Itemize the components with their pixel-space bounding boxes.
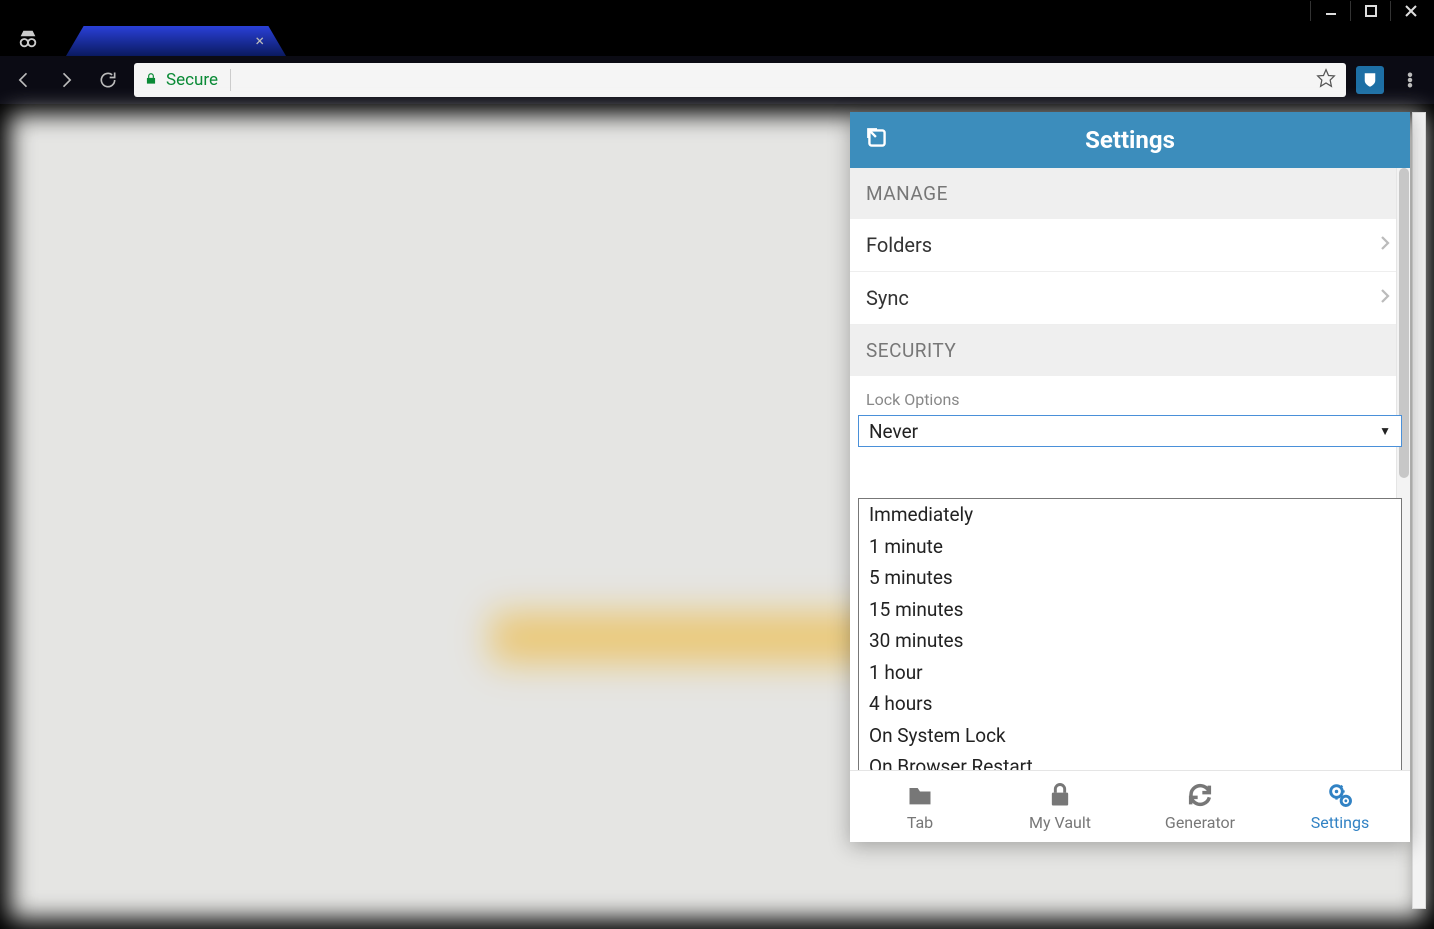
page-scrollbar[interactable] xyxy=(1412,112,1426,909)
bitwarden-extension-icon[interactable] xyxy=(1356,66,1384,94)
reload-button[interactable] xyxy=(92,64,124,96)
lock-option-item[interactable]: Immediately xyxy=(859,499,1401,531)
back-button[interactable] xyxy=(8,64,40,96)
titlebar xyxy=(0,0,1434,22)
bookmark-star-icon[interactable] xyxy=(1316,68,1336,92)
lock-option-item[interactable]: On System Lock xyxy=(859,720,1401,752)
nav-tab-label: Tab xyxy=(907,813,933,832)
lock-options-value: Never xyxy=(869,420,918,443)
lock-options-dropdown[interactable]: Immediately1 minute5 minutes15 minutes30… xyxy=(858,498,1402,770)
lock-icon xyxy=(144,71,158,90)
chevron-right-icon xyxy=(1376,233,1394,257)
lock-option-item[interactable]: On Browser Restart xyxy=(859,751,1401,770)
lock-options-label: Lock Options xyxy=(850,376,1410,415)
window-frame: × Secure Settings xyxy=(0,0,1434,929)
page-content: Settings MANAGE Folders Sync SECURITY Lo… xyxy=(0,104,1434,929)
minimize-button[interactable] xyxy=(1310,1,1350,21)
row-folders[interactable]: Folders xyxy=(850,219,1410,272)
nav-vault-label: My Vault xyxy=(1029,813,1091,832)
browser-toolbar: Secure xyxy=(0,56,1434,104)
nav-settings-label: Settings xyxy=(1311,813,1369,832)
chevron-down-icon: ▼ xyxy=(1379,424,1391,438)
lock-option-item[interactable]: 15 minutes xyxy=(859,594,1401,626)
row-folders-label: Folders xyxy=(866,233,932,257)
section-header-security: SECURITY xyxy=(850,325,1410,376)
browser-tab[interactable]: × xyxy=(66,26,286,56)
lock-option-item[interactable]: 1 minute xyxy=(859,531,1401,563)
new-tab-button[interactable] xyxy=(288,32,328,56)
popup-bottom-nav: Tab My Vault Generator Settings xyxy=(850,770,1410,842)
lock-option-item[interactable]: 4 hours xyxy=(859,688,1401,720)
nav-tab[interactable]: Tab xyxy=(850,771,990,842)
tab-close-icon[interactable]: × xyxy=(255,33,272,49)
extension-popup: Settings MANAGE Folders Sync SECURITY Lo… xyxy=(850,112,1410,842)
address-bar[interactable]: Secure xyxy=(134,63,1346,97)
section-header-manage: MANAGE xyxy=(850,168,1410,219)
tab-strip: × xyxy=(0,22,1434,56)
incognito-icon xyxy=(8,22,48,56)
close-button[interactable] xyxy=(1390,1,1430,21)
popup-body: MANAGE Folders Sync SECURITY Lock Option… xyxy=(850,168,1410,770)
browser-menu-icon[interactable] xyxy=(1394,64,1426,96)
forward-button[interactable] xyxy=(50,64,82,96)
lock-option-item[interactable]: 5 minutes xyxy=(859,562,1401,594)
divider xyxy=(230,69,231,91)
row-sync-label: Sync xyxy=(866,286,909,310)
nav-settings[interactable]: Settings xyxy=(1270,771,1410,842)
lock-options-select[interactable]: Never ▼ xyxy=(858,415,1402,447)
nav-vault[interactable]: My Vault xyxy=(990,771,1130,842)
maximize-button[interactable] xyxy=(1350,1,1390,21)
nav-generator[interactable]: Generator xyxy=(1130,771,1270,842)
secure-label: Secure xyxy=(166,70,218,90)
lock-option-item[interactable]: 1 hour xyxy=(859,657,1401,689)
lock-option-item[interactable]: 30 minutes xyxy=(859,625,1401,657)
popup-title: Settings xyxy=(864,126,1396,154)
popup-header: Settings xyxy=(850,112,1410,168)
nav-generator-label: Generator xyxy=(1165,813,1235,832)
row-sync[interactable]: Sync xyxy=(850,272,1410,325)
chevron-right-icon xyxy=(1376,286,1394,310)
